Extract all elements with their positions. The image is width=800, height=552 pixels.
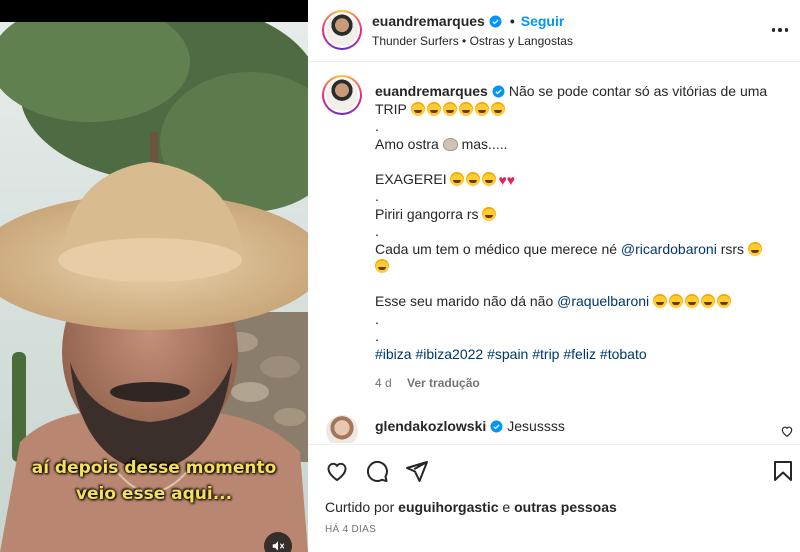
comment-bubble-icon[interactable]: [365, 459, 389, 483]
more-options-button[interactable]: [770, 22, 790, 38]
laughing-emoji-icon: [450, 171, 465, 186]
video-caption-line-2: veio esse aqui...: [75, 484, 233, 504]
commenter-avatar[interactable]: [326, 415, 358, 443]
post-side-panel: euandremarques • Seguir Thunder Surfers …: [308, 0, 800, 552]
liked-by-user[interactable]: euguihorgastic: [398, 499, 498, 515]
mention-ricardobaroni[interactable]: @ricardobaroni: [621, 241, 717, 257]
post-caption: euandremarques Não se pode contar só as v…: [375, 83, 777, 363]
author-avatar[interactable]: [322, 10, 362, 50]
post-location[interactable]: Thunder Surfers • Ostras y Langostas: [372, 34, 573, 48]
liked-by-others[interactable]: outras pessoas: [514, 499, 617, 515]
laughing-emoji-icon: [653, 294, 668, 308]
video-top-bar: [0, 0, 308, 22]
verified-badge-icon: [489, 15, 502, 27]
caption-author-avatar[interactable]: [322, 75, 362, 115]
see-translation-button[interactable]: Ver tradução: [407, 376, 480, 390]
caption-hashtags[interactable]: #ibiza #ibiza2022 #spain #trip #feliz #t…: [375, 346, 777, 364]
separator-dot: •: [509, 13, 515, 29]
laughing-emoji-icon: [747, 241, 762, 256]
mute-button[interactable]: [264, 532, 292, 552]
mention-raquelbaroni[interactable]: @raquelbaroni: [557, 293, 649, 309]
caption-username[interactable]: euandremarques: [375, 83, 488, 99]
comment-like-heart-icon[interactable]: [780, 424, 794, 438]
author-username[interactable]: euandremarques: [372, 13, 485, 29]
speaker-muted-icon: [272, 541, 285, 551]
verified-badge-icon: [492, 85, 505, 98]
comments-section: euandremarques Não se pode contar só as v…: [308, 63, 800, 443]
verified-badge-icon: [490, 420, 503, 433]
more-dots-icon: [771, 28, 776, 32]
oyster-emoji-icon: [442, 137, 458, 151]
post-video[interactable]: aí depois desse momento veio esse aqui..…: [0, 0, 308, 552]
like-heart-icon[interactable]: [325, 459, 349, 483]
laughing-emoji-icon: [410, 101, 425, 116]
caption-age: 4 d: [375, 376, 392, 390]
liked-by-summary: Curtido por euguihorgastic e outras pess…: [325, 499, 617, 515]
action-bar: [308, 444, 800, 494]
post-header: euandremarques • Seguir Thunder Surfers …: [308, 0, 800, 62]
post-timestamp[interactable]: HÁ 4 DIAS: [325, 524, 376, 535]
comment-text: Jesussss: [507, 418, 565, 434]
save-bookmark-icon[interactable]: [771, 459, 795, 483]
share-paper-plane-icon[interactable]: [405, 459, 429, 483]
caption-meta: 4 d Ver tradução: [375, 376, 480, 390]
heart-emoji-icon: ♥: [498, 171, 507, 188]
video-caption-line-1: aí depois desse momento: [31, 458, 277, 478]
follow-button[interactable]: Seguir: [521, 13, 565, 29]
comment: glendakozlowski Jesussss: [375, 418, 565, 434]
commenter-username[interactable]: glendakozlowski: [375, 418, 486, 434]
tongue-emoji-icon: [482, 206, 497, 221]
